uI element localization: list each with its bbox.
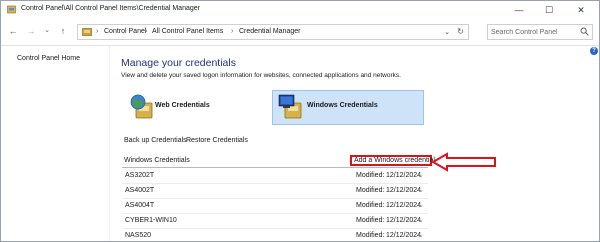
modified-date: 12/12/2024 bbox=[386, 202, 422, 209]
minimize-button[interactable]: — bbox=[505, 1, 533, 19]
credential-row[interactable]: CYBER1-WIN10 Modified: 12/12/2024 ⌄ bbox=[122, 214, 428, 229]
credential-name: AS4004T bbox=[125, 202, 155, 209]
forward-arrow-icon[interactable]: → bbox=[25, 24, 37, 38]
breadcrumb-separator: › bbox=[96, 28, 99, 35]
windows-credentials-label: Windows Credentials bbox=[307, 102, 378, 109]
modified-label: Modified: bbox=[356, 232, 385, 239]
control-panel-folder-icon bbox=[82, 28, 92, 36]
modified-date: 12/12/2024 bbox=[386, 187, 422, 194]
page-title: Manage your credentials bbox=[121, 57, 236, 69]
annotation-arrow-icon bbox=[431, 152, 496, 172]
page-description: View and delete your saved logon informa… bbox=[121, 72, 401, 79]
refresh-icon[interactable]: ↻ bbox=[457, 27, 464, 36]
web-credentials-tile[interactable]: Web Credentials bbox=[122, 90, 268, 125]
credential-manager-window: Control Panel\All Control Panel Items\Cr… bbox=[0, 0, 600, 242]
up-arrow-icon[interactable]: ↑ bbox=[57, 24, 69, 38]
expand-chevron-icon[interactable]: ⌄ bbox=[418, 201, 424, 209]
credential-name: CYBER1-WIN10 bbox=[125, 217, 177, 224]
search-box[interactable] bbox=[487, 24, 593, 40]
title-bar: Control Panel\All Control Panel Items\Cr… bbox=[1, 1, 599, 19]
breadcrumb[interactable]: › Control Panel › All Control Panel Item… bbox=[77, 24, 469, 40]
breadcrumb-control-panel[interactable]: Control Panel bbox=[104, 28, 146, 35]
modified-date: 12/12/2024 bbox=[386, 217, 422, 224]
web-credentials-label: Web Credentials bbox=[155, 102, 210, 109]
section-divider bbox=[122, 167, 428, 168]
web-credentials-icon bbox=[130, 94, 153, 119]
address-dropdown-chevron-icon[interactable]: ⌄ bbox=[444, 28, 450, 36]
close-button[interactable]: ✕ bbox=[567, 1, 595, 19]
recent-locations-chevron-icon[interactable]: ⌄ bbox=[41, 24, 53, 38]
maximize-button[interactable]: ☐ bbox=[535, 1, 563, 19]
credential-row[interactable]: NAS520 Modified: 12/12/2024 ⌄ bbox=[122, 229, 428, 241]
windows-credentials-tile[interactable]: Windows Credentials bbox=[272, 90, 424, 125]
credential-manager-icon bbox=[7, 5, 16, 14]
modified-label: Modified: bbox=[356, 202, 385, 209]
credential-name: AS3202T bbox=[125, 172, 155, 179]
expand-chevron-icon[interactable]: ⌄ bbox=[418, 171, 424, 179]
control-panel-home-link[interactable]: Control Panel Home bbox=[17, 55, 80, 62]
modified-date: 12/12/2024 bbox=[386, 232, 422, 239]
left-navigation-pane: Control Panel Home bbox=[1, 46, 109, 241]
credential-name: NAS520 bbox=[125, 232, 152, 239]
expand-chevron-icon[interactable]: ⌄ bbox=[418, 231, 424, 239]
search-icon[interactable] bbox=[580, 27, 589, 36]
windows-credentials-section-title: Windows Credentials bbox=[124, 157, 190, 164]
credential-row[interactable]: AS3202T Modified: 12/12/2024 ⌄ bbox=[122, 169, 428, 184]
modified-label: Modified: bbox=[356, 217, 385, 224]
modified-label: Modified: bbox=[356, 172, 385, 179]
breadcrumb-all-items[interactable]: All Control Panel Items bbox=[152, 28, 223, 35]
add-windows-credential-link[interactable]: Add a Windows credential bbox=[350, 155, 435, 166]
main-content: Manage your credentials View and delete … bbox=[110, 46, 580, 241]
window-title: Control Panel\All Control Panel Items\Cr… bbox=[21, 5, 200, 12]
address-bar: ← → ⌄ ↑ › Control Panel › All Control Pa… bbox=[1, 19, 599, 46]
expand-chevron-icon[interactable]: ⌄ bbox=[418, 186, 424, 194]
search-input[interactable] bbox=[491, 26, 577, 38]
breadcrumb-separator: › bbox=[231, 28, 234, 35]
modified-date: 12/12/2024 bbox=[386, 172, 422, 179]
breadcrumb-credential-manager[interactable]: Credential Manager bbox=[239, 28, 300, 35]
credential-name: AS4002T bbox=[125, 187, 155, 194]
expand-chevron-icon[interactable]: ⌄ bbox=[418, 216, 424, 224]
windows-credentials-icon bbox=[278, 94, 302, 119]
scrollbar[interactable]: ? bbox=[589, 46, 599, 241]
breadcrumb-separator: › bbox=[145, 28, 148, 35]
modified-label: Modified: bbox=[356, 187, 385, 194]
backup-credentials-link[interactable]: Back up Credentials bbox=[124, 137, 187, 144]
restore-credentials-link[interactable]: Restore Credentials bbox=[186, 137, 248, 144]
credential-row[interactable]: AS4004T Modified: 12/12/2024 ⌄ bbox=[122, 199, 428, 214]
credential-row[interactable]: AS4002T Modified: 12/12/2024 ⌄ bbox=[122, 184, 428, 199]
help-icon[interactable]: ? bbox=[590, 47, 598, 55]
back-arrow-icon[interactable]: ← bbox=[7, 24, 19, 38]
